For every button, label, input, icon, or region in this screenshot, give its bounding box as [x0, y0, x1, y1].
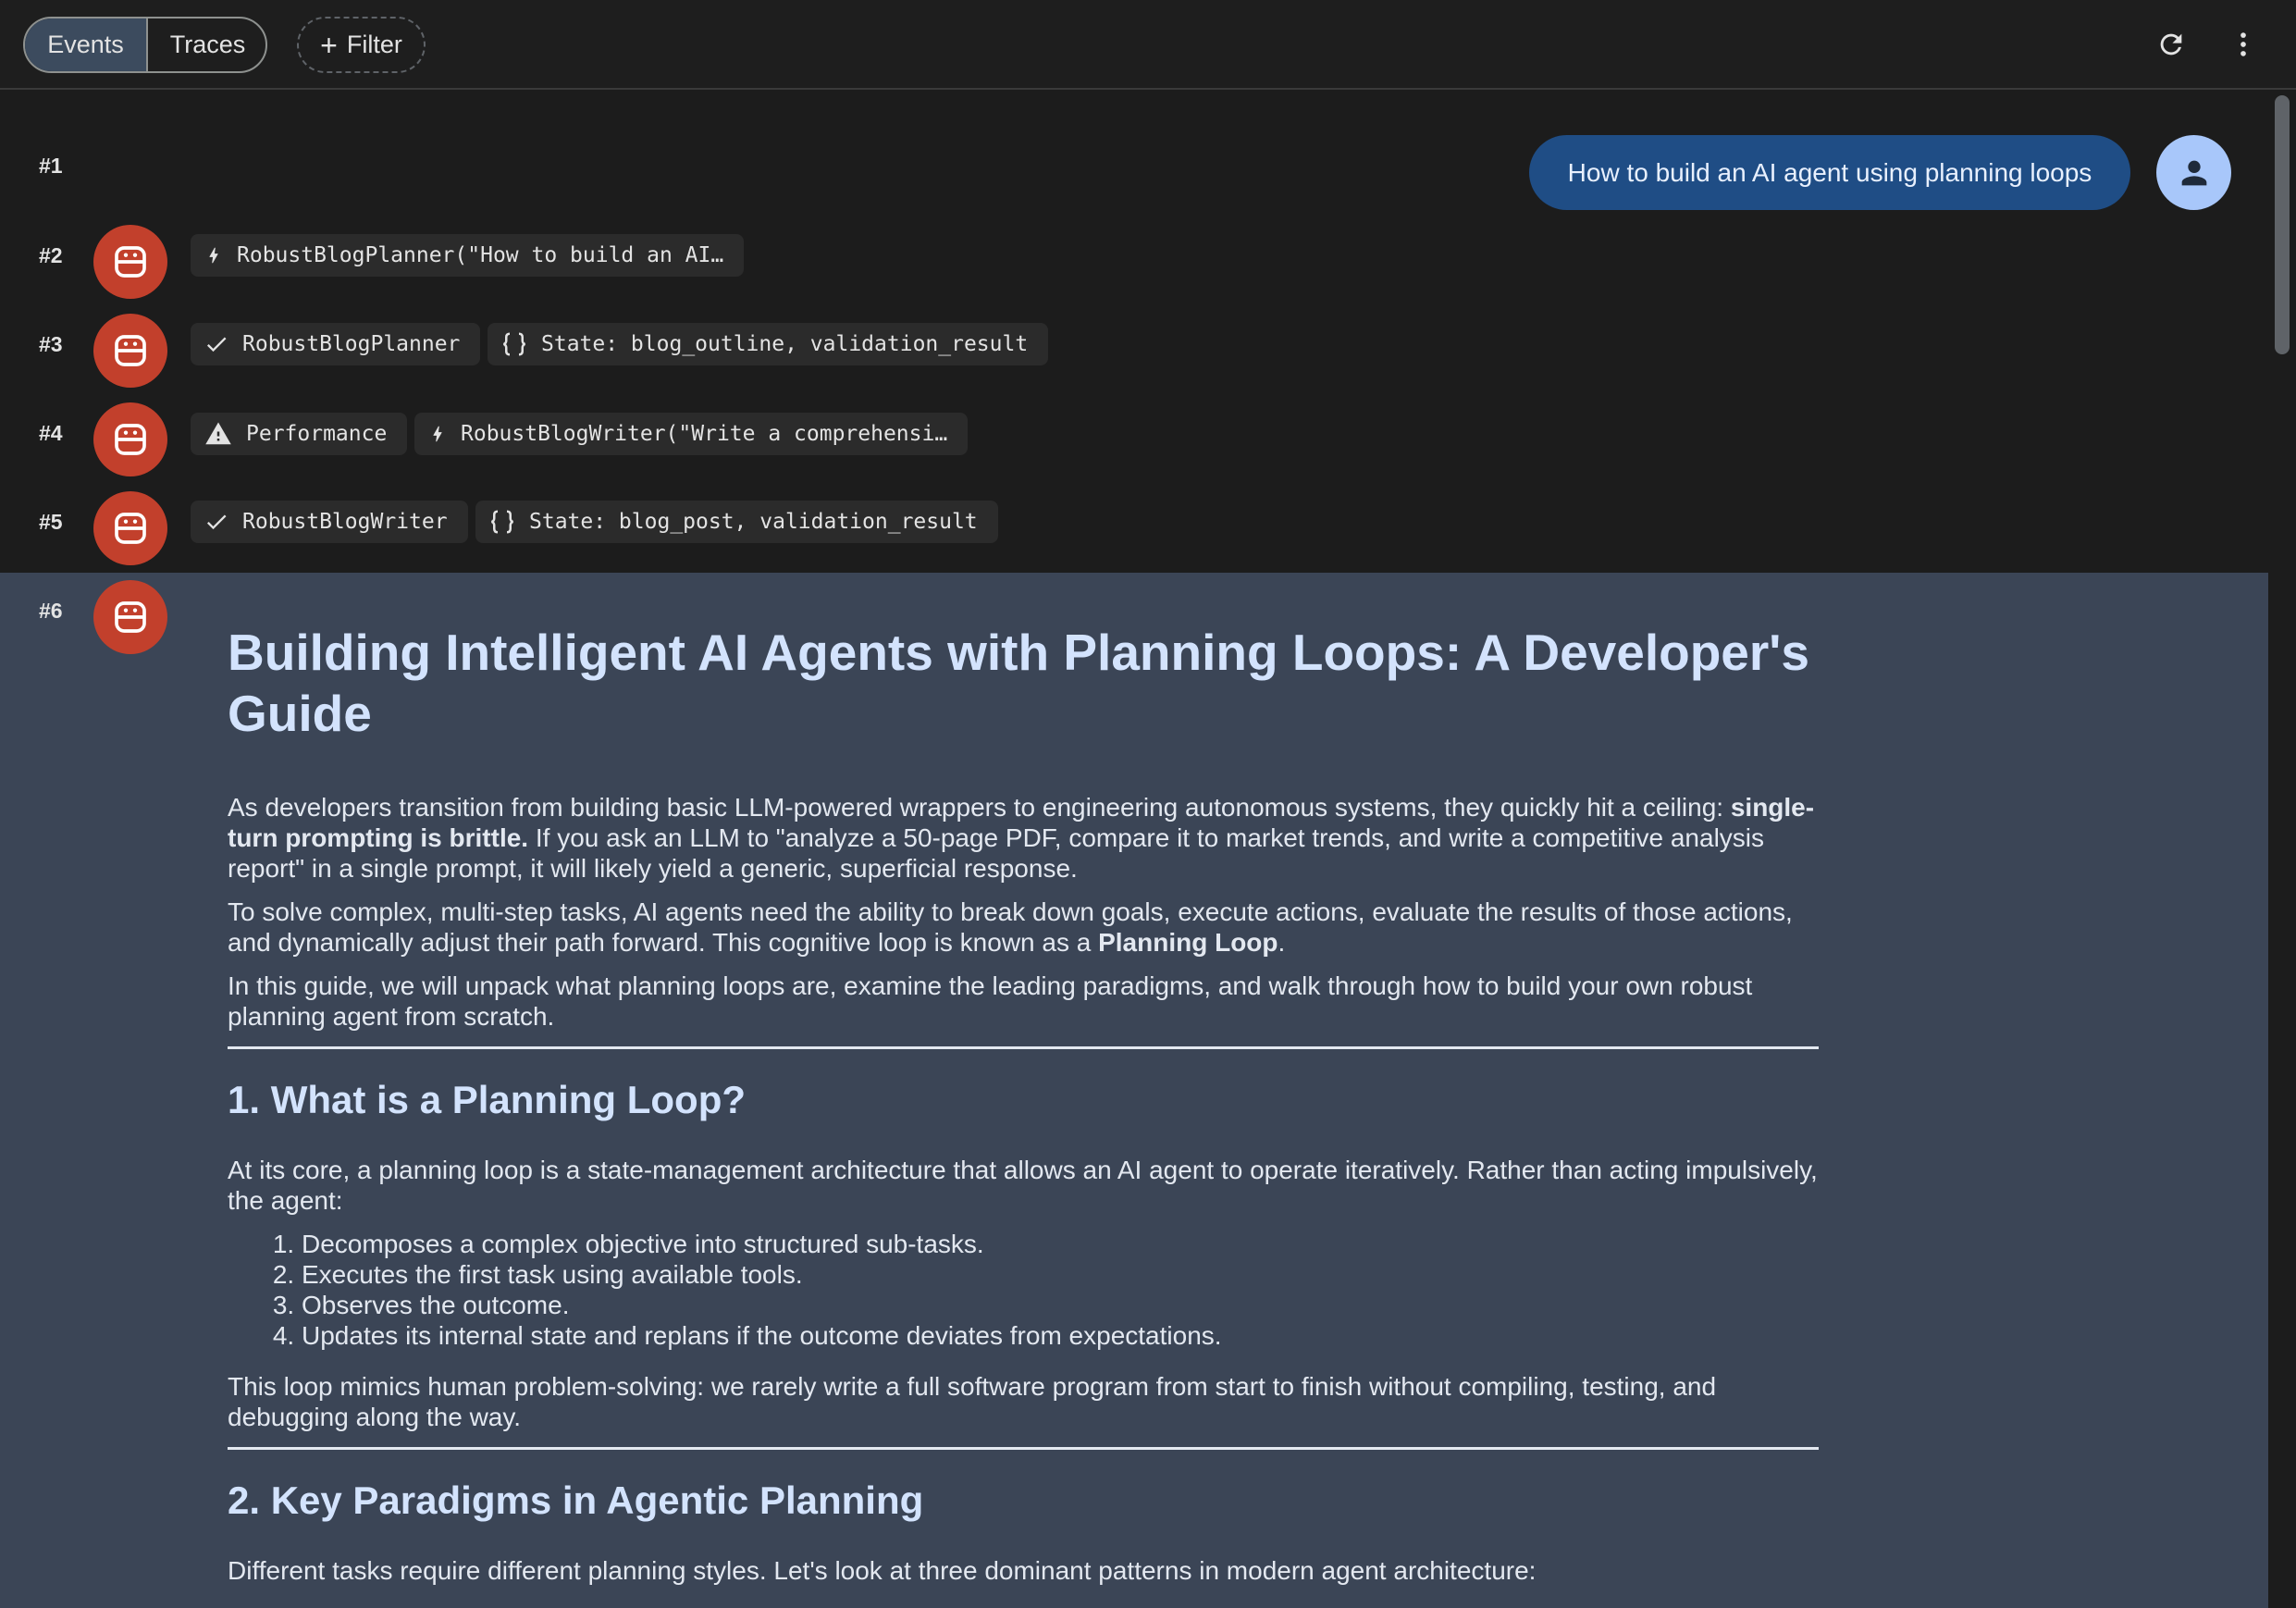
check-icon: [206, 514, 227, 530]
bolt-icon: [433, 426, 442, 442]
intro-paragraph: As developers transition from building b…: [228, 792, 1819, 884]
agent-response-article: Building Intelligent AI Agents with Plan…: [228, 622, 1819, 1599]
user-message-bubble[interactable]: How to build an AI agent using planning …: [1529, 135, 2130, 210]
agent-avatar[interactable]: [93, 580, 167, 654]
function-call-chip[interactable]: RobustBlogPlanner("How to build an AI…: [191, 234, 745, 277]
braces-icon: [502, 332, 526, 356]
add-filter-button[interactable]: + Filter: [297, 17, 426, 73]
braces-icon: [490, 510, 514, 534]
list-item: Executes the first task using available …: [302, 1259, 1819, 1290]
list-item: Updates its internal state and replans i…: [302, 1320, 1819, 1351]
scrollbar[interactable]: [2268, 90, 2296, 1608]
scrollbar-thumb[interactable]: [2275, 95, 2290, 354]
event-number: #4: [39, 421, 63, 445]
section-paragraph: Different tasks require different planni…: [228, 1556, 1537, 1585]
event-number: #1: [39, 154, 63, 178]
chip-label: State: blog_post, validation_result: [529, 510, 978, 534]
divider: [228, 1447, 1819, 1450]
intro-paragraph: To solve complex, multi-step tasks, AI a…: [228, 897, 1819, 958]
more-vert-icon[interactable]: [2223, 24, 2264, 65]
section-heading: 1. What is a Planning Loop?: [228, 1078, 747, 1121]
plus-icon: +: [320, 28, 338, 62]
function-response-chip[interactable]: RobustBlogPlanner: [191, 323, 481, 365]
user-message-text: How to build an AI agent using planning …: [1567, 157, 2092, 187]
warning-icon: [205, 422, 231, 445]
steps-list: Decomposes a complex objective into stru…: [228, 1229, 1819, 1351]
view-toggle: Events Traces: [23, 17, 267, 73]
filter-label: Filter: [346, 31, 402, 58]
state-delta-chip[interactable]: State: blog_outline, validation_result: [488, 323, 1049, 365]
tab-traces[interactable]: Traces: [148, 19, 265, 71]
robot-icon: [115, 601, 146, 633]
event-number: #6: [39, 599, 63, 623]
bolt-icon: [209, 247, 218, 264]
section-heading: 2. Key Paradigms in Agentic Planning: [228, 1478, 924, 1522]
toolbar: Events Traces + Filter: [0, 0, 2296, 90]
chip-label: RobustBlogWriter("Write a comprehensi…: [461, 422, 948, 446]
tab-events[interactable]: Events: [25, 19, 148, 71]
check-icon: [206, 337, 227, 353]
agent-avatar[interactable]: [93, 225, 167, 299]
agent-avatar[interactable]: [93, 402, 167, 476]
chip-label: RobustBlogPlanner: [242, 332, 461, 356]
agent-avatar[interactable]: [93, 491, 167, 565]
article-title: Building Intelligent AI Agents with Plan…: [228, 624, 1809, 742]
refresh-icon[interactable]: [2151, 24, 2191, 65]
chip-label: RobustBlogPlanner("How to build an AI…: [237, 243, 724, 267]
robot-icon: [115, 246, 146, 278]
agent-avatar[interactable]: [93, 314, 167, 388]
robot-icon: [115, 335, 146, 366]
robot-icon: [115, 513, 146, 544]
text-run: To solve complex, multi-step tasks, AI a…: [228, 897, 1793, 957]
chip-label: RobustBlogWriter: [242, 510, 448, 534]
warning-chip[interactable]: Performance: [191, 413, 408, 455]
section-paragraph: This loop mimics human problem-solving: …: [228, 1372, 1717, 1431]
function-call-chip[interactable]: RobustBlogWriter("Write a comprehensi…: [414, 413, 969, 455]
robot-icon: [115, 424, 146, 455]
person-icon: [2181, 160, 2206, 185]
text-run: .: [1278, 928, 1286, 957]
list-item: Decomposes a complex objective into stru…: [302, 1229, 1819, 1259]
event-number: #2: [39, 243, 63, 267]
event-number: #5: [39, 510, 63, 534]
state-delta-chip[interactable]: State: blog_post, validation_result: [475, 501, 998, 543]
section-paragraph: At its core, a planning loop is a state-…: [228, 1156, 1818, 1215]
bold-text: Planning Loop: [1098, 928, 1278, 957]
intro-paragraph: In this guide, we will unpack what plann…: [228, 971, 1753, 1031]
list-item: Observes the outcome.: [302, 1290, 1819, 1320]
chip-label: State: blog_outline, validation_result: [541, 332, 1029, 356]
function-response-chip[interactable]: RobustBlogWriter: [191, 501, 468, 543]
user-avatar: [2156, 135, 2231, 210]
chip-label: Performance: [246, 422, 388, 446]
text-run: As developers transition from building b…: [228, 793, 1731, 822]
divider: [228, 1046, 1819, 1049]
event-number: #3: [39, 332, 63, 356]
